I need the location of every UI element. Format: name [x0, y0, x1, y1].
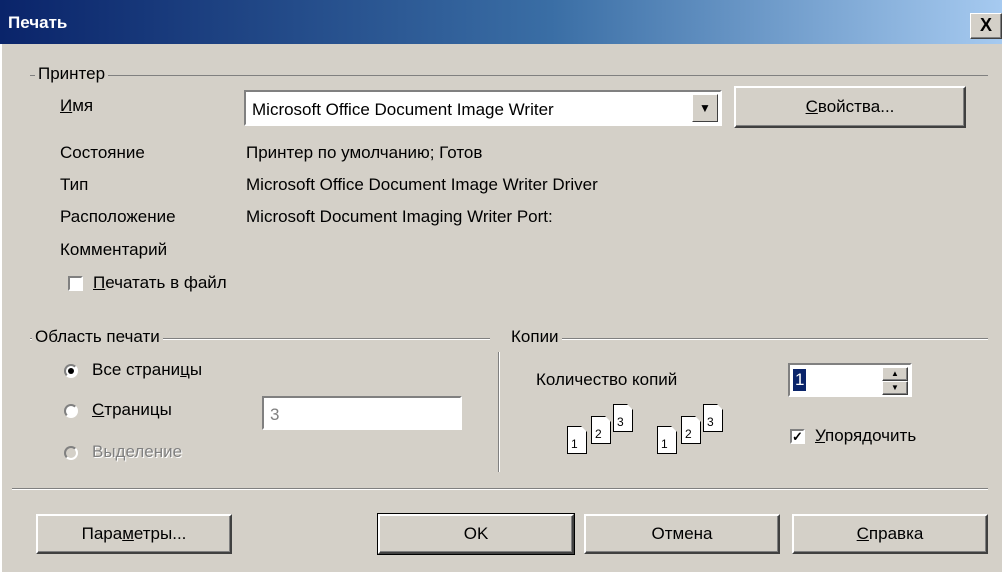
- pages-label[interactable]: Страницы: [92, 400, 172, 420]
- help-button[interactable]: Справка: [792, 514, 988, 554]
- window-frame: [0, 44, 2, 572]
- all-pages-end: ы: [189, 360, 203, 379]
- printer-name-label-accel: И: [60, 96, 73, 115]
- parameters-pre: Пара: [81, 524, 123, 543]
- chevron-up-icon: ▲: [891, 369, 899, 378]
- print-to-file-accel: П: [93, 273, 106, 292]
- comment-label: Комментарий: [60, 240, 168, 259]
- selection-radio: [64, 446, 78, 460]
- cancel-button[interactable]: Отмена: [584, 514, 780, 554]
- collate-accel: У: [815, 426, 826, 445]
- selection-label: Выделение: [92, 442, 183, 461]
- close-button[interactable]: X: [970, 13, 1002, 39]
- type-label: Тип: [60, 175, 89, 194]
- all-pages-radio[interactable]: [64, 364, 78, 378]
- all-pages-text: Все страни: [92, 360, 181, 379]
- page-icon: 1: [657, 426, 677, 454]
- all-pages-label[interactable]: Все страницы: [92, 360, 202, 380]
- help-accel: С: [856, 524, 869, 543]
- printer-name-label: Имя: [60, 96, 93, 116]
- collate-illustration-1: 3 2 1: [565, 404, 645, 464]
- print-to-file-checkbox[interactable]: [68, 276, 83, 291]
- all-pages-accel: ц: [180, 360, 190, 379]
- parameters-accel: м: [122, 524, 134, 543]
- copies-group-label: Копии: [508, 327, 562, 347]
- properties-rest: войства...: [817, 97, 895, 116]
- page-icon: 3: [613, 404, 633, 432]
- spin-up-button[interactable]: ▲: [882, 367, 908, 381]
- page-icon: 2: [591, 416, 611, 444]
- ok-button[interactable]: OK: [377, 513, 575, 555]
- checkmark-icon: ✓: [792, 429, 803, 444]
- window-title: Печать: [8, 13, 68, 32]
- spin-down-button[interactable]: ▼: [882, 381, 908, 395]
- pages-radio[interactable]: [64, 404, 78, 418]
- status-label: Состояние: [60, 143, 145, 162]
- location-label: Расположение: [60, 207, 176, 226]
- vertical-divider: [498, 352, 500, 472]
- chevron-down-icon: ▼: [699, 101, 711, 115]
- copies-group-line: [510, 338, 988, 340]
- range-group-label: Область печати: [32, 327, 163, 347]
- printer-name-select[interactable]: Microsoft Office Document Image Writer ▼: [244, 90, 722, 126]
- collate-checkbox[interactable]: ✓: [790, 429, 805, 444]
- copies-count-value[interactable]: 1: [793, 369, 807, 391]
- chevron-down-icon: ▼: [891, 383, 899, 392]
- properties-accel: С: [805, 97, 818, 116]
- bottom-divider: [12, 488, 988, 490]
- printer-name-label-rest: мя: [72, 96, 94, 115]
- printer-name-value: Microsoft Office Document Image Writer: [252, 100, 554, 119]
- status-value: Принтер по умолчанию; Готов: [246, 143, 483, 162]
- collate-illustration-2: 3 2 1: [655, 404, 735, 464]
- copies-count-spinner[interactable]: 1 ▲ ▼: [788, 363, 912, 397]
- pages-rest: траницы: [104, 400, 172, 419]
- print-to-file-label[interactable]: Печатать в файл: [93, 273, 227, 293]
- pages-accel: С: [92, 400, 105, 419]
- title-bar: [0, 0, 1002, 44]
- pages-input-value: 3: [270, 405, 280, 424]
- close-icon: X: [979, 15, 992, 35]
- collate-rest: порядочить: [825, 426, 917, 445]
- collate-label[interactable]: Упорядочить: [815, 426, 916, 446]
- page-icon: 3: [703, 404, 723, 432]
- parameters-button[interactable]: Параметры...: [36, 514, 232, 554]
- page-icon: 2: [681, 416, 701, 444]
- help-rest: правка: [868, 524, 924, 543]
- page-icon: 1: [567, 426, 587, 454]
- parameters-post: етры...: [133, 524, 187, 543]
- printer-group-label: Принтер: [35, 64, 109, 84]
- dropdown-button[interactable]: ▼: [692, 94, 718, 122]
- type-value: Microsoft Office Document Image Writer D…: [246, 175, 598, 194]
- location-value: Microsoft Document Imaging Writer Port:: [246, 207, 553, 226]
- pages-input[interactable]: 3: [262, 396, 462, 430]
- copies-count-label: Количество копий: [536, 370, 678, 389]
- print-to-file-rest: ечатать в файл: [105, 273, 227, 292]
- properties-button[interactable]: Свойства...: [734, 86, 966, 128]
